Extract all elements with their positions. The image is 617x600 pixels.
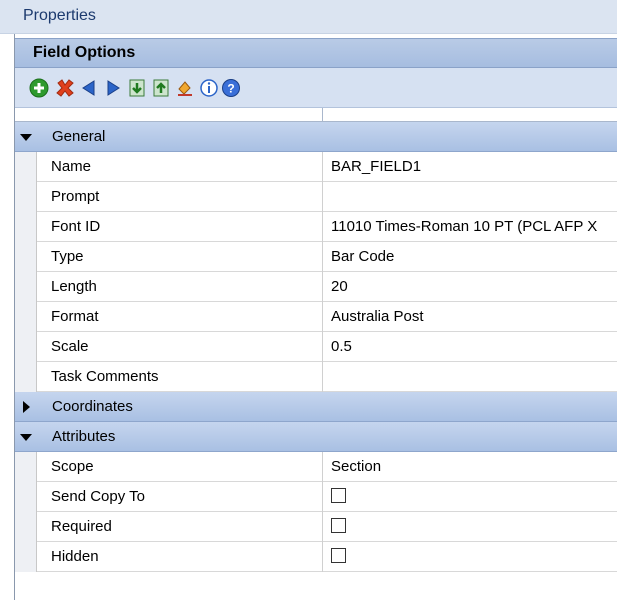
- property-name: Format: [51, 308, 99, 325]
- delete-icon[interactable]: [55, 78, 75, 98]
- property-row-hidden[interactable]: Hidden: [15, 542, 617, 572]
- property-name: Required: [51, 518, 112, 535]
- property-name: Prompt: [51, 188, 100, 205]
- add-icon[interactable]: [29, 78, 49, 98]
- toolbar: ?: [15, 68, 617, 108]
- next-icon[interactable]: [103, 78, 123, 98]
- property-value[interactable]: 20: [331, 278, 348, 295]
- category-general[interactable]: General: [15, 122, 617, 152]
- property-value[interactable]: Bar Code: [331, 248, 394, 265]
- move-down-icon[interactable]: [127, 78, 147, 98]
- svg-text:?: ?: [227, 82, 234, 96]
- property-row-font-id[interactable]: Font ID 11010 Times-Roman 10 PT (PCL AFP…: [15, 212, 617, 242]
- category-label: Attributes: [52, 428, 116, 445]
- column-header-strip: [15, 108, 617, 122]
- property-name: Hidden: [51, 548, 99, 565]
- required-checkbox[interactable]: [331, 518, 346, 533]
- property-row-task-comments[interactable]: Task Comments: [15, 362, 617, 392]
- collapse-arrow-icon[interactable]: [19, 130, 33, 144]
- property-row-scope[interactable]: Scope Section: [15, 452, 617, 482]
- property-row-format[interactable]: Format Australia Post: [15, 302, 617, 332]
- window-title: Properties: [23, 7, 96, 24]
- property-value[interactable]: 11010 Times-Roman 10 PT (PCL AFP X: [331, 218, 597, 235]
- property-row-length[interactable]: Length 20: [15, 272, 617, 302]
- property-name: Font ID: [51, 218, 101, 235]
- move-up-icon[interactable]: [151, 78, 171, 98]
- property-row-send-copy-to[interactable]: Send Copy To: [15, 482, 617, 512]
- property-name: Name: [51, 158, 92, 175]
- info-icon[interactable]: [199, 78, 219, 98]
- property-value[interactable]: Australia Post: [331, 308, 424, 325]
- property-value[interactable]: Section: [331, 458, 381, 475]
- fill-icon[interactable]: [175, 78, 195, 98]
- previous-icon[interactable]: [79, 78, 99, 98]
- collapse-arrow-icon[interactable]: [19, 430, 33, 444]
- category-attributes[interactable]: Attributes: [15, 422, 617, 452]
- property-row-scale[interactable]: Scale 0.5: [15, 332, 617, 362]
- property-name: Scope: [51, 458, 94, 475]
- section-header: Field Options: [15, 38, 617, 68]
- property-row-required[interactable]: Required: [15, 512, 617, 542]
- property-row-type[interactable]: Type Bar Code: [15, 242, 617, 272]
- help-icon[interactable]: ?: [221, 78, 241, 98]
- category-label: General: [52, 128, 106, 145]
- properties-title-bar: Properties: [0, 0, 617, 34]
- property-grid-panel: Field Options ? General Name BAR_FIELD1 …: [14, 34, 617, 600]
- property-name: Scale: [51, 338, 89, 355]
- property-name: Length: [51, 278, 97, 295]
- expand-arrow-icon[interactable]: [19, 400, 33, 414]
- category-coordinates[interactable]: Coordinates: [15, 392, 617, 422]
- property-row-prompt[interactable]: Prompt: [15, 182, 617, 212]
- property-name: Type: [51, 248, 84, 265]
- category-label: Coordinates: [52, 398, 133, 415]
- property-row-name[interactable]: Name BAR_FIELD1: [15, 152, 617, 182]
- property-value[interactable]: BAR_FIELD1: [331, 158, 421, 175]
- hidden-checkbox[interactable]: [331, 548, 346, 563]
- property-name: Send Copy To: [51, 488, 145, 505]
- property-value[interactable]: 0.5: [331, 338, 352, 355]
- property-name: Task Comments: [51, 368, 159, 385]
- section-title: Field Options: [33, 44, 136, 61]
- send-copy-to-checkbox[interactable]: [331, 488, 346, 503]
